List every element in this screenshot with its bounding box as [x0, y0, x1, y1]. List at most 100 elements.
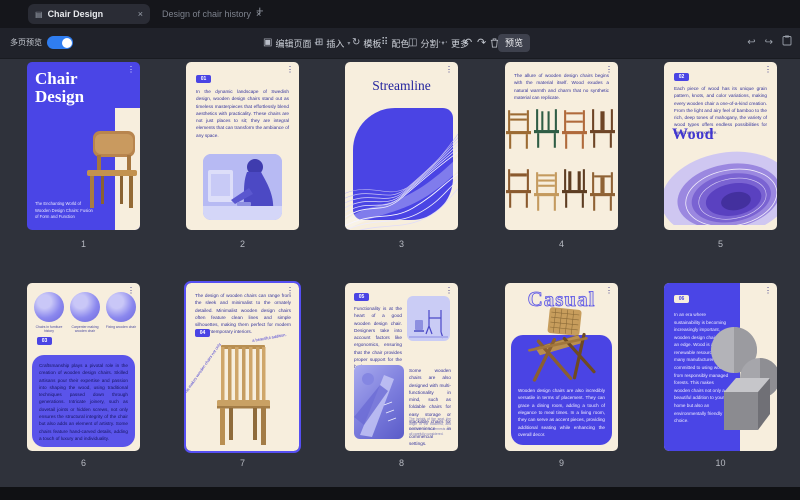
photo-caption: Chairs in furniture history	[32, 325, 66, 334]
section-badge: 04	[195, 329, 210, 337]
palette-icon: ⠿	[381, 38, 388, 48]
page-number: 10	[664, 458, 777, 468]
tab-label: Chair Design	[48, 9, 133, 19]
kebab-menu-icon[interactable]: ⋮	[286, 66, 294, 74]
tab-design-of-chair-history[interactable]: Design of chair history ×	[162, 4, 261, 24]
toolbar: 多页预览 ▣ 编辑页面 ▾ ⊞ 插入 ▾ ↻ 模板 ⠿ 配色 ◫ 分割 ▾ ⋯ …	[0, 28, 800, 59]
kebab-menu-icon[interactable]: ⋮	[445, 287, 453, 295]
chair-image	[562, 110, 587, 155]
slide-thumbnail-9[interactable]: ⋮ Casual Wooden design chairs are also i…	[505, 283, 618, 451]
slide-title: Wood	[672, 126, 714, 144]
split-icon: ◫	[408, 38, 417, 48]
chair-image	[534, 172, 559, 217]
page-number: 7	[186, 458, 299, 468]
edit-page-icon: ▣	[263, 38, 272, 48]
redo-icon[interactable]: ↷	[477, 35, 486, 51]
slide-title: Streamline	[345, 78, 458, 94]
slide-thumbnail-5[interactable]: ⋮ 02 Each piece of wood has its unique g…	[664, 62, 777, 230]
page-number: 9	[505, 458, 618, 468]
insert-icon: ⊞	[315, 38, 323, 48]
kebab-menu-icon[interactable]: ⋮	[764, 287, 772, 295]
multipage-preview-toggle[interactable]	[47, 36, 73, 49]
rattan-chair-image	[521, 305, 603, 390]
chair-image	[534, 108, 559, 155]
section-badge: 02	[674, 73, 689, 81]
chair-image	[590, 108, 615, 155]
workshop-photo	[203, 154, 282, 220]
blue-text-panel: Craftsmanship plays a pivotal role in th…	[32, 355, 135, 447]
slide-body-text: The allure of wooden design chairs begin…	[514, 72, 609, 101]
undo-icon[interactable]: ↶	[463, 35, 472, 51]
oak-chair-image	[215, 345, 271, 451]
section-badge: 05	[354, 293, 369, 301]
page-number: 4	[505, 239, 618, 249]
slide-thumbnail-6[interactable]: ⋮ Chairs in furniture history Carpenter …	[27, 283, 140, 451]
tab-chair-design[interactable]: ▤ Chair Design ×	[28, 4, 150, 24]
tab-label: Design of chair history	[162, 9, 251, 19]
carpenter-photo	[70, 292, 100, 322]
repair-photo	[106, 292, 136, 322]
kebab-menu-icon[interactable]: ⋮	[445, 66, 453, 74]
template-icon: ↻	[352, 38, 360, 48]
kebab-menu-icon[interactable]: ⋮	[764, 66, 772, 74]
kebab-menu-icon[interactable]: ⋮	[605, 287, 613, 295]
slide-thumbnail-10[interactable]: ⋮ 06 In an era where sustainability is b…	[664, 283, 777, 451]
page-number: 1	[27, 239, 140, 249]
chair-image	[506, 110, 531, 155]
slide-body-text: Wooden design chairs are also incredibly…	[518, 387, 605, 438]
slide-body-text: Craftsmanship plays a pivotal role in th…	[32, 355, 135, 442]
insert-label: 插入	[326, 37, 344, 50]
kebab-menu-icon[interactable]: ⋮	[127, 66, 135, 74]
page-number: 8	[345, 458, 458, 468]
clipboard-icon[interactable]	[782, 35, 792, 49]
new-tab-button[interactable]: +	[256, 3, 264, 18]
wood-grain-image	[664, 145, 777, 230]
section-badge: 01	[196, 75, 211, 83]
history-photo	[34, 292, 64, 322]
photo-caption: Carpenter making wooden chair	[68, 325, 102, 334]
section-badge: 06	[674, 295, 689, 303]
chevron-down-icon: ▾	[347, 40, 350, 47]
tab-bar: ▤ Chair Design × Design of chair history…	[0, 0, 800, 28]
geometric-shapes-image	[710, 310, 777, 445]
back-icon[interactable]: ↩	[747, 37, 755, 48]
close-icon[interactable]: ×	[138, 9, 143, 19]
preview-button[interactable]: 预览	[498, 34, 530, 52]
multipage-preview-label: 多页预览	[10, 37, 42, 48]
palette-button[interactable]: ⠿ 配色	[381, 35, 409, 51]
slide-thumbnail-8[interactable]: ⋮ 05 Functionality is at the heart of a …	[345, 283, 458, 451]
page-number: 2	[186, 239, 299, 249]
section-badge: 03	[37, 337, 52, 345]
page-number: 3	[345, 239, 458, 249]
bottom-bar	[0, 487, 800, 500]
edit-page-label: 编辑页面	[275, 37, 311, 50]
chair-detail-photo	[354, 365, 404, 439]
more-icon: ⋯	[438, 38, 448, 48]
chair-image	[506, 168, 531, 215]
palette-label: 配色	[391, 37, 409, 50]
toggle-knob	[62, 38, 72, 48]
template-label: 模板	[363, 37, 381, 50]
photo-caption: Fixing wooden chair	[104, 325, 138, 329]
slide-thumbnail-4[interactable]: ⋮ The allure of wooden design chairs beg…	[505, 62, 618, 230]
insert-button[interactable]: ⊞ 插入 ▾	[315, 35, 350, 51]
template-button[interactable]: ↻ 模板	[352, 35, 381, 51]
chair-sketch-image	[407, 296, 450, 341]
chair-image	[562, 168, 587, 215]
edit-page-button[interactable]: ▣ 编辑页面 ▾	[263, 35, 317, 51]
chair-image	[590, 172, 615, 217]
slide-title: Chair Design	[35, 70, 84, 106]
page-number: 5	[664, 239, 777, 249]
forward-icon[interactable]: ↪	[765, 37, 773, 48]
document-icon: ▤	[35, 10, 43, 19]
split-label: 分割	[420, 37, 438, 50]
slide-thumbnail-2[interactable]: ⋮ 01 In the dynamic landscape of Swedish…	[186, 62, 299, 230]
slide-thumbnail-7[interactable]: ⋮ The design of wooden chairs can range …	[186, 283, 299, 451]
slide-thumbnail-1[interactable]: ⋮ Chair Design The Enchanting World of W…	[27, 62, 140, 230]
slide-subtitle: The Enchanting World of Wooden Design Ch…	[35, 201, 93, 221]
footnote-text: The height of the seat, the angle of the…	[409, 417, 451, 437]
slide-thumbnail-3[interactable]: ⋮ Streamline	[345, 62, 458, 230]
page-number: 6	[27, 458, 140, 468]
slide-body-text: In the dynamic landscape of Swedish desi…	[196, 88, 289, 139]
streamline-graphic	[345, 124, 458, 230]
